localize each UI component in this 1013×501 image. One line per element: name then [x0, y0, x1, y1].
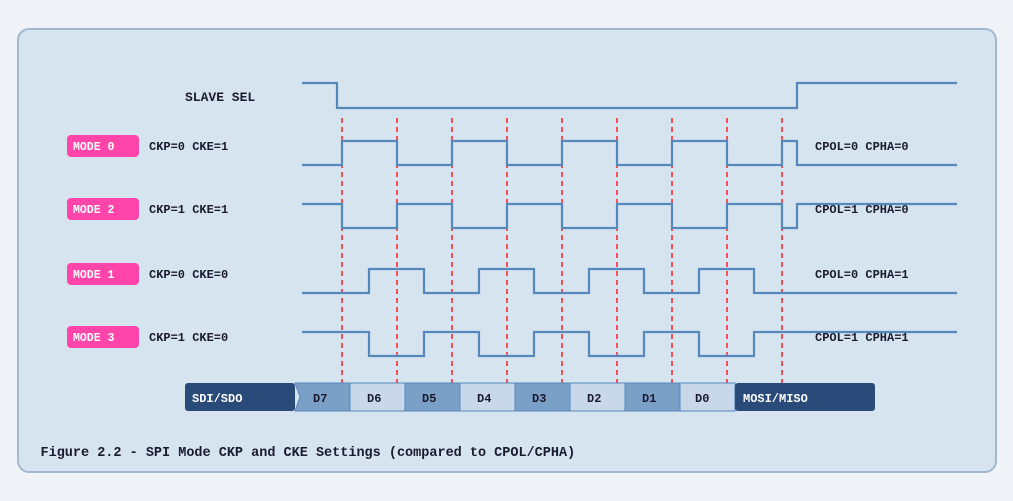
d1-label: D1 — [642, 392, 656, 406]
diagram-area: .label-text { font-family: 'Courier New'… — [37, 48, 977, 438]
figure-caption: Figure 2.2 - SPI Mode CKP and CKE Settin… — [37, 446, 977, 461]
d7-label: D7 — [313, 392, 327, 406]
mode2-badge: MODE 2 — [73, 204, 115, 217]
d5-label: D5 — [422, 392, 436, 406]
d6-label: D6 — [367, 392, 381, 406]
sdi-sdo-label: SDI/SDO — [192, 392, 242, 406]
mode0-badge: MODE 0 — [73, 141, 115, 154]
d3-label: D3 — [532, 392, 546, 406]
mode1-badge: MODE 1 — [73, 269, 115, 282]
mosi-miso-label: MOSI/MISO — [743, 392, 808, 406]
mode2-params: CKP=1 CKE=1 — [149, 203, 228, 217]
mode1-cpol: CPOL=0 CPHA=1 — [815, 268, 909, 282]
diagram-svg: .label-text { font-family: 'Courier New'… — [37, 48, 977, 438]
d2-label: D2 — [587, 392, 601, 406]
mode0-params: CKP=0 CKE=1 — [149, 140, 228, 154]
slave-sel-label: SLAVE SEL — [185, 90, 255, 105]
mode3-badge: MODE 3 — [73, 332, 115, 345]
mode3-params: CKP=1 CKE=0 — [149, 331, 228, 345]
mode1-params: CKP=0 CKE=0 — [149, 268, 228, 282]
mode0-cpol: CPOL=0 CPHA=0 — [815, 140, 909, 154]
d4-label: D4 — [477, 392, 491, 406]
outer-container: .label-text { font-family: 'Courier New'… — [17, 28, 997, 473]
d0-label: D0 — [695, 392, 709, 406]
